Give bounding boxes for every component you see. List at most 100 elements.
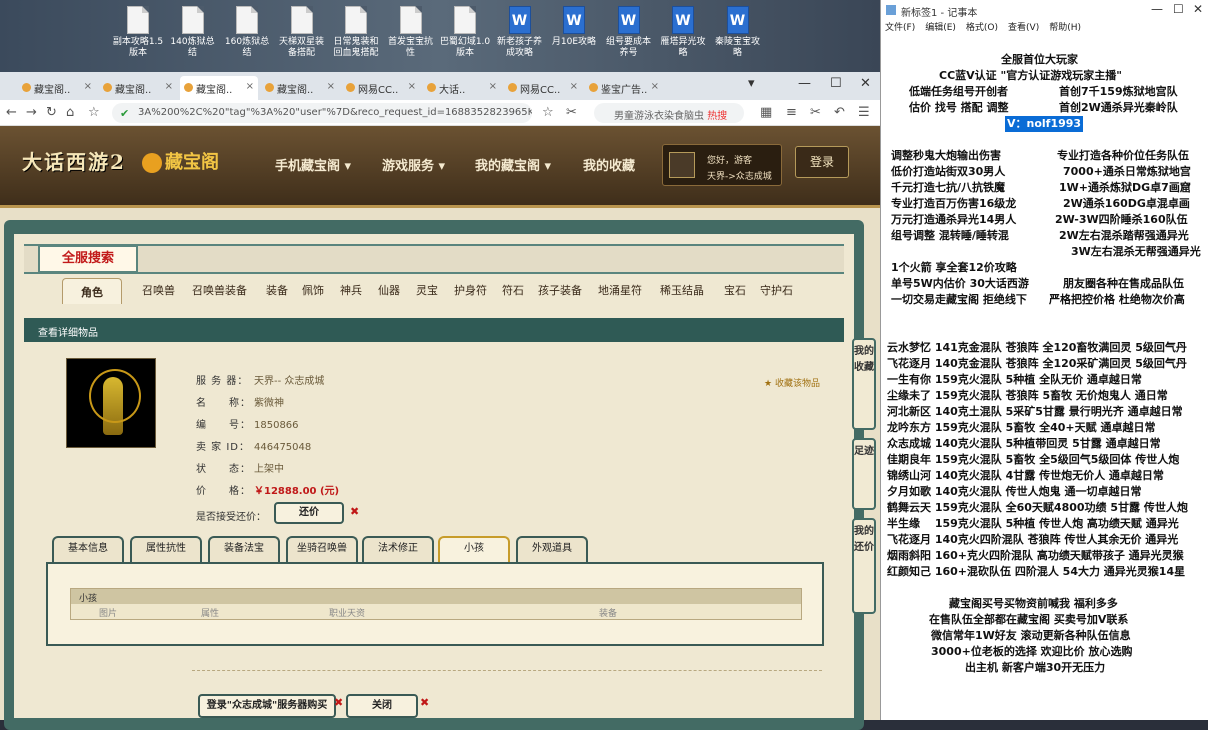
cbg-logo[interactable]: 藏宝阁: [142, 148, 219, 174]
tab-close-icon[interactable]: ×: [408, 81, 416, 92]
desktop-icon[interactable]: 160炼狱总结: [221, 6, 273, 59]
tab-close-icon[interactable]: ×: [570, 81, 578, 92]
side-tab[interactable]: 足迹: [852, 438, 876, 510]
tab-close-icon[interactable]: ×: [489, 81, 497, 92]
grid-icon[interactable]: ▦: [760, 105, 772, 120]
buy-button[interactable]: 登录"众志成城"服务器购买: [198, 694, 336, 718]
tab-search-icon[interactable]: ▾: [748, 76, 755, 91]
tab-close-icon[interactable]: ×: [165, 81, 173, 92]
category-tab[interactable]: 稀玉结晶: [660, 282, 704, 298]
detail-sub-tab[interactable]: 小孩: [438, 536, 510, 562]
category-tab[interactable]: 护身符: [454, 282, 487, 298]
desktop-icon[interactable]: W 秦陵宝宝攻略: [712, 6, 764, 59]
search-title: 全服搜索: [38, 245, 138, 273]
browser-window: 藏宝阁.. × 藏宝阁.. × 藏宝阁.. × 藏宝阁.. × 网易CC.. × 大话.. × 网易CC…: [0, 72, 880, 730]
category-tab[interactable]: 神兵: [340, 282, 362, 298]
category-tab[interactable]: 守护石: [760, 282, 793, 298]
maximize-button[interactable]: ☐: [830, 76, 842, 91]
child-table: 小孩 图片 属性 职业天资 装备: [70, 588, 802, 620]
browser-tab[interactable]: 藏宝阁.. ×: [99, 76, 177, 100]
category-tab[interactable]: 仙器: [378, 282, 400, 298]
browser-tab[interactable]: 鉴宝广告.. ×: [585, 76, 663, 100]
undo-icon[interactable]: ↶: [834, 105, 845, 120]
tab-close-icon[interactable]: ×: [84, 81, 92, 92]
notepad-text-area[interactable]: 全服首位大玩家 CC蓝V认证 "官方认证游戏玩家主播" 低端任务组号开创者 首创7千1…: [881, 40, 1208, 720]
nav-my-favorites[interactable]: 我的收藏: [583, 155, 635, 174]
detail-sub-tab[interactable]: 外观道具: [516, 536, 588, 562]
close-button[interactable]: 关闭: [346, 694, 418, 718]
star-icon[interactable]: ☆: [542, 105, 554, 120]
detail-sub-tab[interactable]: 法术修正: [362, 536, 434, 562]
notepad-menu-item[interactable]: 查看(V): [1008, 23, 1039, 33]
scissors-icon[interactable]: ✂: [810, 105, 821, 120]
desktop-icon[interactable]: W 月10E攻略: [548, 6, 600, 48]
notepad-menu-item[interactable]: 帮助(H): [1049, 23, 1081, 33]
url-field[interactable]: ✔ 3A%200%2C%20"tag"%3A%20"user"%7D&reco_r…: [112, 103, 532, 123]
tab-close-icon[interactable]: ×: [651, 81, 659, 92]
category-tab[interactable]: 召唤兽: [142, 282, 175, 298]
browser-tab[interactable]: 藏宝阁.. ×: [180, 76, 258, 100]
desktop-icon[interactable]: 副本攻略1.5版本: [112, 6, 164, 59]
info-value: 紫微神: [254, 398, 284, 409]
np-close-button[interactable]: ✕: [1193, 2, 1203, 16]
tab-close-icon[interactable]: ×: [327, 81, 335, 92]
menu-icon[interactable]: ≡: [786, 105, 797, 120]
back-icon[interactable]: ←: [6, 105, 17, 120]
bargain-button[interactable]: 还价: [274, 502, 344, 524]
notepad-line: 微信常年1W好友 滚动更新各种队伍信息: [931, 629, 1131, 642]
more-icon[interactable]: ☰: [858, 105, 870, 120]
browser-tab[interactable]: 大话.. ×: [423, 76, 501, 100]
cut-tool-icon[interactable]: ✂: [566, 105, 577, 120]
tab-close-icon[interactable]: ×: [246, 81, 254, 92]
notepad-menu-item[interactable]: 编辑(E): [925, 23, 956, 33]
browser-tab[interactable]: 藏宝阁.. ×: [261, 76, 339, 100]
side-tab[interactable]: 我的收藏: [852, 338, 876, 430]
close-window-button[interactable]: ✕: [860, 76, 871, 91]
favorite-link[interactable]: ★ 收藏该物品: [764, 376, 820, 389]
category-tab[interactable]: 孩子装备: [538, 282, 582, 298]
detail-sub-tab[interactable]: 属性抗性: [130, 536, 202, 562]
col-talent: 职业天资: [329, 609, 366, 619]
np-minimize-button[interactable]: —: [1151, 2, 1163, 16]
home-icon[interactable]: ⌂: [66, 105, 74, 120]
desktop-icon[interactable]: 巴蜀幻域1.0版本: [439, 6, 491, 59]
browser-tab[interactable]: 网易CC.. ×: [504, 76, 582, 100]
search-input[interactable]: 男童游泳衣染食脑虫 热搜: [594, 103, 744, 123]
notepad-line: 首创2W通杀异光秦岭队: [1059, 101, 1178, 114]
browser-tab[interactable]: 网易CC.. ×: [342, 76, 420, 100]
notepad-menu-item[interactable]: 文件(F): [885, 23, 915, 33]
category-tab[interactable]: 灵宝: [416, 282, 438, 298]
category-tab[interactable]: 符石: [502, 282, 524, 298]
category-tab[interactable]: 地涌星符: [598, 282, 642, 298]
desktop-icon[interactable]: 首发宝宝抗性: [385, 6, 437, 59]
desktop-icon[interactable]: 日常鬼装和回血鬼搭配: [330, 6, 382, 59]
detail-sub-tab[interactable]: 基本信息: [52, 536, 124, 562]
game-logo[interactable]: 大话西游2: [22, 146, 126, 175]
category-tab[interactable]: 宝石: [724, 282, 746, 298]
side-tab[interactable]: 我的还价: [852, 518, 876, 614]
forward-icon[interactable]: →: [26, 105, 37, 120]
category-tab[interactable]: 装备: [266, 282, 288, 298]
login-button[interactable]: 登录: [795, 146, 849, 178]
bookmark-star-icon[interactable]: ☆: [88, 105, 100, 120]
nav-mobile-cbg[interactable]: 手机藏宝阁 ▾: [275, 155, 351, 174]
desktop-icon[interactable]: 天梯双星装备搭配: [276, 6, 328, 59]
category-tab[interactable]: 角色: [62, 278, 122, 304]
nav-game-service[interactable]: 游戏服务 ▾: [382, 155, 445, 174]
nav-my-cbg[interactable]: 我的藏宝阁 ▾: [475, 155, 551, 174]
info-value: 天界-- 众志成城: [254, 376, 325, 387]
np-maximize-button[interactable]: ☐: [1173, 2, 1184, 16]
category-tab[interactable]: 召唤兽装备: [192, 282, 247, 298]
desktop-icon[interactable]: W 雁塔异光攻略: [657, 6, 709, 59]
desktop-icon[interactable]: W 新老孩子养成攻略: [494, 6, 546, 59]
desktop-icon[interactable]: W 组号要成本养号: [603, 6, 655, 59]
detail-sub-tab[interactable]: 坐骑召唤兽: [286, 536, 358, 562]
browser-tab[interactable]: 藏宝阁.. ×: [18, 76, 96, 100]
desktop-icon[interactable]: 140炼狱总结: [167, 6, 219, 59]
category-tab[interactable]: 佩饰: [302, 282, 324, 298]
detail-sub-tab[interactable]: 装备法宝: [208, 536, 280, 562]
notepad-menu-item[interactable]: 格式(O): [966, 23, 998, 33]
minimize-button[interactable]: —: [798, 76, 811, 91]
reload-icon[interactable]: ↻: [46, 105, 57, 120]
bargain-label: 是否接受还价：: [196, 512, 266, 523]
